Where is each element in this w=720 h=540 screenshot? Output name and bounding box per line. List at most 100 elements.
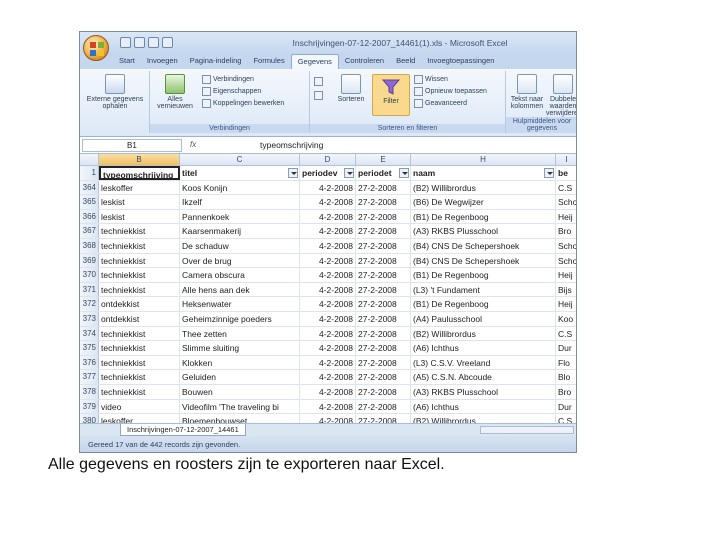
table-cell[interactable]: 4-2-2008 — [300, 341, 356, 355]
table-cell[interactable]: Ikzelf — [180, 195, 300, 209]
table-cell[interactable]: Scho — [556, 239, 576, 253]
table-cell[interactable]: (A5) C.S.N. Abcoude — [411, 370, 556, 384]
table-cell[interactable]: 4-2-2008 — [300, 282, 356, 297]
sort-button[interactable]: Sorteren — [330, 74, 372, 103]
table-cell[interactable]: ontdekkist — [99, 312, 180, 326]
table-cell[interactable]: leskoffer — [99, 180, 180, 195]
row-number[interactable]: 367 — [80, 224, 99, 238]
table-cell[interactable]: Flo — [556, 356, 576, 370]
table-cell[interactable]: Dur — [556, 341, 576, 355]
row-number[interactable]: 376 — [80, 355, 99, 370]
tab-beeld[interactable]: Beeld — [390, 54, 421, 69]
table-cell[interactable]: (A6) Ichthus — [411, 341, 556, 355]
table-cell[interactable]: Kaarsenmakerij — [180, 224, 300, 238]
select-all-corner[interactable] — [80, 154, 99, 166]
header-cell-typeomschrijving[interactable]: typeomschrijving — [99, 166, 180, 180]
table-cell[interactable]: techniekkist — [99, 239, 180, 253]
table-cell[interactable]: Bijs — [556, 283, 576, 297]
table-cell[interactable]: 27-2-2008 — [356, 355, 411, 370]
row-number[interactable]: 1 — [80, 166, 99, 180]
table-cell[interactable]: (A4) Paulusschool — [411, 312, 556, 326]
redo-icon[interactable] — [148, 37, 159, 48]
column-header-i[interactable]: I — [556, 154, 576, 166]
remove-duplicates-button[interactable]: Dubbele waarden verwijderen — [546, 74, 576, 117]
table-cell[interactable]: 4-2-2008 — [300, 385, 356, 399]
table-cell[interactable]: (L3) 't Fundament — [411, 282, 556, 297]
refresh-all-button[interactable]: Alles vernieuwen — [154, 74, 196, 110]
undo-icon[interactable] — [134, 37, 145, 48]
column-header-c[interactable]: C — [180, 154, 300, 166]
table-cell[interactable]: Koos Konijn — [180, 180, 300, 195]
table-cell[interactable]: (A6) Ichthus — [411, 399, 556, 414]
table-cell[interactable]: Heij — [556, 210, 576, 224]
table-cell[interactable]: video — [99, 399, 180, 414]
column-header-b[interactable]: B — [99, 154, 180, 166]
table-cell[interactable]: techniekkist — [99, 370, 180, 384]
table-cell[interactable]: 27-2-2008 — [356, 253, 411, 268]
fx-icon[interactable]: fx — [190, 140, 196, 149]
row-number[interactable]: 374 — [80, 326, 99, 341]
table-cell[interactable]: Camera obscura — [180, 268, 300, 282]
table-cell[interactable]: (B1) De Regenboog — [411, 297, 556, 311]
table-cell[interactable]: (L3) C.S.V. Vreeland — [411, 355, 556, 370]
table-cell[interactable]: techniekkist — [99, 326, 180, 341]
table-cell[interactable]: Scho — [556, 254, 576, 268]
table-cell[interactable]: 4-2-2008 — [300, 224, 356, 238]
filter-button[interactable]: Filter — [372, 74, 410, 116]
table-cell[interactable]: (B1) De Regenboog — [411, 209, 556, 224]
filter-dropdown-icon[interactable] — [344, 168, 354, 178]
table-cell[interactable]: Alle hens aan dek — [180, 282, 300, 297]
sort-za-button[interactable] — [314, 91, 323, 100]
table-cell[interactable]: techniekkist — [99, 268, 180, 282]
row-number[interactable]: 366 — [80, 209, 99, 224]
row-number[interactable]: 365 — [80, 195, 99, 209]
table-cell[interactable]: 27-2-2008 — [356, 385, 411, 399]
table-cell[interactable]: 4-2-2008 — [300, 253, 356, 268]
table-cell[interactable]: 27-2-2008 — [356, 224, 411, 238]
text-to-columns-button[interactable]: Tekst naar kolommen — [510, 74, 544, 110]
table-cell[interactable]: techniekkist — [99, 355, 180, 370]
column-header-h[interactable]: H — [411, 154, 556, 166]
table-cell[interactable]: leskist — [99, 209, 180, 224]
table-cell[interactable]: techniekkist — [99, 341, 180, 355]
table-cell[interactable]: (A3) RKBS Plusschool — [411, 385, 556, 399]
external-data-button[interactable]: Externe gegevens ophalen — [86, 74, 144, 110]
table-cell[interactable]: (B1) De Regenboog — [411, 268, 556, 282]
table-cell[interactable]: 27-2-2008 — [356, 297, 411, 311]
table-cell[interactable]: (B4) CNS De Schepershoek — [411, 253, 556, 268]
table-cell[interactable]: (A3) RKBS Plusschool — [411, 224, 556, 238]
row-number[interactable]: 368 — [80, 239, 99, 253]
tab-start[interactable]: Start — [113, 54, 141, 69]
advanced-filter-button[interactable]: Geavanceerd — [414, 99, 467, 108]
sort-az-button[interactable] — [314, 77, 323, 86]
table-cell[interactable]: (B2) Willibrordus — [411, 180, 556, 195]
tab-formules[interactable]: Formules — [247, 54, 290, 69]
properties-button[interactable]: Eigenschappen — [202, 87, 261, 96]
table-cell[interactable]: Bro — [556, 224, 576, 238]
row-number[interactable]: 372 — [80, 297, 99, 311]
table-cell[interactable]: C.S — [556, 327, 576, 341]
table-cell[interactable]: Dur — [556, 400, 576, 414]
header-cell-be[interactable]: be — [556, 166, 576, 180]
sheet-tab[interactable]: Inschrijvingen-07-12-2007_14461 — [120, 424, 246, 436]
row-number[interactable]: 378 — [80, 385, 99, 399]
connections-button[interactable]: Verbindingen — [202, 75, 254, 84]
save-icon[interactable] — [120, 37, 131, 48]
filter-dropdown-icon[interactable] — [399, 168, 409, 178]
table-cell[interactable]: ontdekkist — [99, 297, 180, 311]
header-cell-naam[interactable]: naam — [411, 166, 556, 180]
table-cell[interactable]: 4-2-2008 — [300, 195, 356, 209]
table-cell[interactable]: Heksenwater — [180, 297, 300, 311]
table-cell[interactable]: 27-2-2008 — [356, 239, 411, 253]
table-cell[interactable]: 27-2-2008 — [356, 195, 411, 209]
clear-filter-button[interactable]: Wissen — [414, 75, 448, 84]
tab-invoegen[interactable]: Invoegen — [141, 54, 184, 69]
row-number[interactable]: 364 — [80, 180, 99, 195]
filter-dropdown-icon[interactable] — [544, 168, 554, 178]
formula-content[interactable]: typeomschrijving — [260, 140, 323, 150]
table-cell[interactable]: Geluiden — [180, 370, 300, 384]
table-cell[interactable]: 4-2-2008 — [300, 297, 356, 311]
tab-invoegtoepassingen[interactable]: Invoegtoepassingen — [421, 54, 500, 69]
row-number[interactable]: 377 — [80, 370, 99, 384]
header-cell-periodev[interactable]: periodev — [300, 166, 356, 180]
